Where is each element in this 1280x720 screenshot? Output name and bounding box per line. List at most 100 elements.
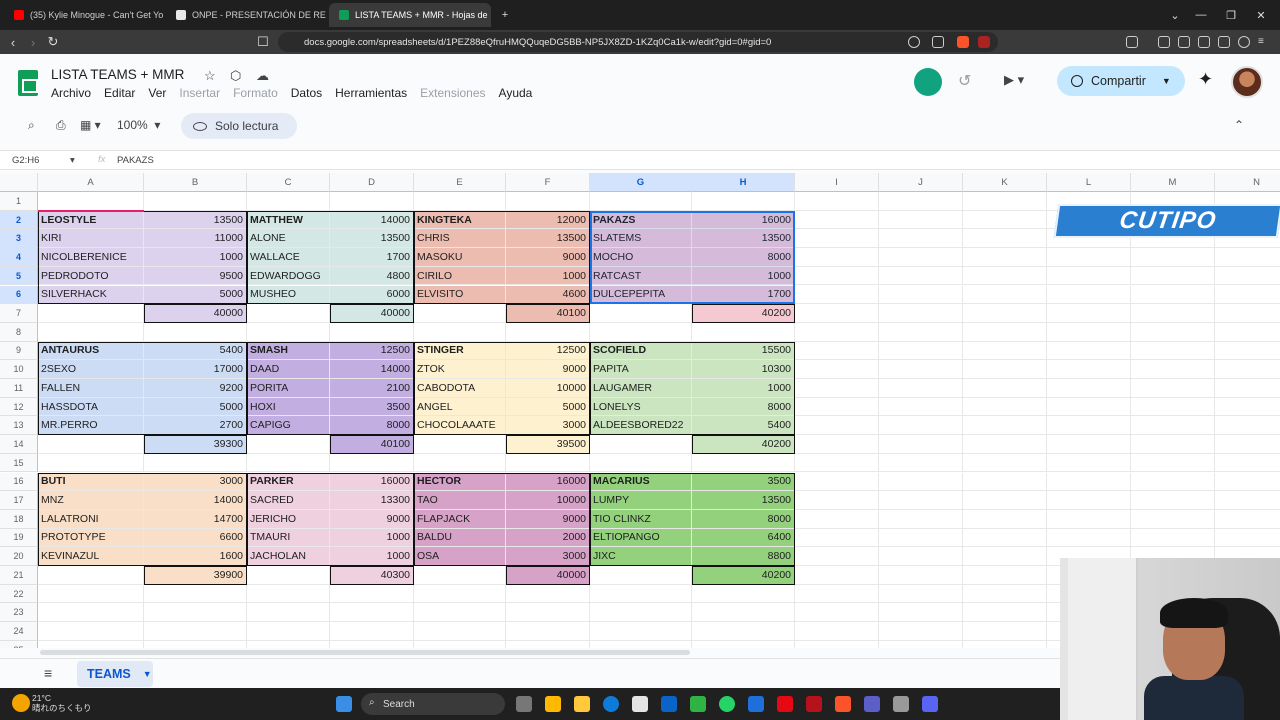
row-header-22[interactable]: 22 — [0, 584, 38, 604]
team-player[interactable]: SILVERHACK — [38, 285, 144, 305]
grid-cell[interactable] — [795, 229, 879, 249]
row-header-12[interactable]: 12 — [0, 397, 38, 417]
grid-cell[interactable] — [330, 322, 414, 342]
grid-cell[interactable] — [1047, 472, 1131, 492]
edge-icon[interactable] — [603, 696, 619, 712]
team-captain[interactable]: PAKAZS — [590, 210, 692, 230]
grid-cell[interactable] — [144, 453, 247, 473]
team-total-mmr[interactable]: 39300 — [144, 435, 247, 454]
row-header-2[interactable]: 2 — [0, 210, 38, 230]
row-header-10[interactable]: 10 — [0, 360, 38, 379]
name-box[interactable]: G2:H6 — [12, 155, 39, 166]
all-sheets-icon[interactable]: ≡ — [44, 665, 52, 681]
player-mmr[interactable]: 11000 — [144, 229, 247, 249]
row-header-14[interactable]: 14 — [0, 435, 38, 454]
row-header-21[interactable]: 21 — [0, 566, 38, 585]
grid-cell[interactable] — [879, 416, 963, 436]
row-header-16[interactable]: 16 — [0, 472, 38, 492]
grid-cell[interactable] — [590, 622, 692, 641]
grid-cell[interactable] — [1131, 248, 1215, 267]
captain-mmr[interactable]: 3500 — [692, 472, 795, 492]
captain-mmr[interactable]: 12000 — [506, 210, 590, 230]
team-player[interactable]: OSA — [414, 547, 506, 566]
team-total-mmr[interactable]: 40200 — [692, 566, 795, 585]
row-header-15[interactable]: 15 — [0, 453, 38, 473]
grid-cell[interactable] — [879, 453, 963, 473]
team-player[interactable]: HASSDOTA — [38, 397, 144, 417]
row-header-24[interactable]: 24 — [0, 622, 38, 641]
grid-cell[interactable] — [692, 640, 795, 648]
row-header-4[interactable]: 4 — [0, 248, 38, 267]
grid-cell[interactable] — [38, 304, 144, 323]
player-mmr[interactable]: 13500 — [692, 491, 795, 510]
grid-cell[interactable] — [963, 341, 1047, 361]
grid-cell[interactable] — [1131, 528, 1215, 548]
column-header-i[interactable]: I — [795, 173, 879, 192]
team-player[interactable]: BALDU — [414, 528, 506, 548]
menu-icon[interactable]: ≡ — [1258, 36, 1270, 48]
grid-cell[interactable] — [1215, 435, 1280, 454]
grid-cell[interactable] — [247, 640, 330, 648]
menu-ver[interactable]: Ver — [148, 86, 166, 100]
sidebar-icon[interactable] — [1178, 36, 1190, 48]
team-player[interactable]: FALLEN — [38, 379, 144, 398]
team-player[interactable]: DULCEPEPITA — [590, 285, 692, 305]
grid-cell[interactable] — [795, 210, 879, 230]
grid-cell[interactable] — [1047, 528, 1131, 548]
grid-cell[interactable] — [38, 435, 144, 454]
grid-cell[interactable] — [795, 566, 879, 585]
captain-mmr[interactable]: 15500 — [692, 341, 795, 361]
row-header-13[interactable]: 13 — [0, 416, 38, 436]
team-player[interactable]: KIRI — [38, 229, 144, 249]
grid-cell[interactable] — [879, 285, 963, 305]
row-header-25[interactable]: 25 — [0, 640, 38, 648]
player-mmr[interactable]: 13500 — [692, 229, 795, 249]
grid-cell[interactable] — [795, 472, 879, 492]
player-mmr[interactable]: 3500 — [330, 397, 414, 417]
team-player[interactable]: LUMPY — [590, 491, 692, 510]
grid-cell[interactable] — [795, 509, 879, 529]
grid-cell[interactable] — [795, 192, 879, 211]
grid-cell[interactable] — [38, 640, 144, 648]
team-total-mmr[interactable]: 40000 — [330, 304, 414, 323]
cloud-status-icon[interactable]: ☁ — [256, 68, 269, 84]
column-header-k[interactable]: K — [963, 173, 1047, 192]
row-header-8[interactable]: 8 — [0, 322, 38, 342]
xbox-icon[interactable] — [690, 696, 706, 712]
bookmark-icon[interactable]: ☐ — [254, 33, 272, 51]
grid-cell[interactable] — [879, 547, 963, 566]
player-mmr[interactable]: 4800 — [330, 266, 414, 286]
grid-cell[interactable] — [1215, 529, 1280, 548]
player-mmr[interactable]: 13300 — [330, 491, 414, 510]
grid-cell[interactable] — [1131, 285, 1215, 305]
grid-cell[interactable] — [1047, 322, 1131, 342]
taskbar-search[interactable]: ⌕ Search — [361, 693, 505, 715]
grid-cell[interactable] — [330, 584, 414, 604]
gemini-chat-icon[interactable] — [914, 68, 942, 96]
grid-cell[interactable] — [879, 248, 963, 267]
team-captain[interactable]: BUTI — [38, 472, 144, 492]
grid-cell[interactable] — [795, 285, 879, 305]
grid-cell[interactable] — [795, 435, 879, 454]
netflix-icon[interactable] — [777, 696, 793, 712]
whatsapp-icon[interactable] — [719, 696, 735, 712]
grid-cell[interactable] — [963, 192, 1047, 211]
grid-cell[interactable] — [1131, 509, 1215, 529]
grid-cell[interactable] — [795, 304, 879, 323]
grid-cell[interactable] — [1131, 304, 1215, 323]
grid-cell[interactable] — [247, 622, 330, 641]
row-header-18[interactable]: 18 — [0, 509, 38, 529]
team-player[interactable]: ZTOK — [414, 360, 506, 379]
avatar[interactable] — [1231, 66, 1263, 98]
grid-cell[interactable] — [1215, 360, 1280, 379]
meet-icon[interactable]: ▶ ▾ — [1004, 72, 1024, 88]
grid-cell[interactable] — [963, 397, 1047, 417]
grid-cell[interactable] — [38, 322, 144, 342]
grid-cell[interactable] — [795, 603, 879, 623]
grid-cell[interactable] — [1215, 342, 1280, 361]
grid-cell[interactable] — [1131, 491, 1215, 510]
grid-cell[interactable] — [506, 584, 590, 604]
team-captain[interactable]: PARKER — [247, 472, 330, 492]
grid-cell[interactable] — [590, 584, 692, 604]
grid-cell[interactable] — [330, 640, 414, 648]
